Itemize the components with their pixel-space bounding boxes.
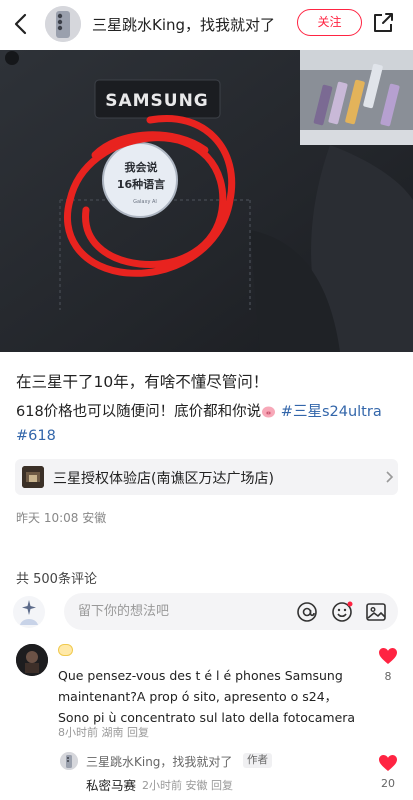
pig-emoji-icon	[262, 406, 276, 418]
comment-text: Que pensez-vous des t é l é phones Samsu…	[58, 668, 356, 725]
like-heart-icon[interactable]	[378, 754, 398, 772]
chevron-right-icon	[386, 471, 394, 483]
author-avatar[interactable]	[45, 6, 81, 42]
like-heart-icon[interactable]	[378, 647, 398, 665]
hashtag-link[interactable]: #三星s24ultra	[281, 404, 382, 420]
back-arrow-icon[interactable]	[10, 12, 32, 36]
comment-region: 湖南	[101, 726, 124, 739]
like-count: 8	[384, 670, 392, 683]
location-name: 三星授权体验店(南谯区万达广场店)	[53, 471, 274, 487]
reply-meta: 2小时前 安徽 回复	[142, 777, 233, 793]
emoji-icon[interactable]	[331, 601, 353, 623]
reply-time: 2小时前	[142, 779, 182, 792]
commenter-level-badge	[58, 644, 73, 656]
badge-line2: 16种语言	[117, 177, 165, 191]
follow-button[interactable]: 关注	[297, 9, 362, 36]
reply-author-name[interactable]: 三星跳水King，找我就对了	[86, 753, 232, 770]
top-bar: 三星跳水King，找我就对了 关注	[0, 0, 413, 50]
post-title: 在三星干了10年，有啥不懂尽管问！	[16, 373, 269, 391]
commenter-avatar[interactable]	[16, 644, 48, 676]
post-region: 安徽	[82, 511, 107, 525]
post-body: 618价格也可以随便问！底价都和你说 #三星s24ultra #618	[16, 400, 401, 448]
author-name[interactable]: 三星跳水King，找我就对了	[92, 14, 275, 35]
reply-link[interactable]: 回复	[211, 779, 233, 792]
badge-line1: 我会说	[125, 160, 158, 174]
post-photo[interactable]: SAMSUNG 我会说 16种语言 Galaxy AI	[0, 50, 413, 352]
at-icon[interactable]	[296, 601, 318, 623]
reply-region: 安徽	[185, 779, 208, 792]
comment-input[interactable]	[78, 601, 278, 621]
like-count: 20	[381, 777, 395, 790]
author-tag-badge: 作者	[243, 753, 272, 768]
brand-patch-text: SAMSUNG	[105, 91, 209, 111]
hashtag-link[interactable]: #618	[16, 428, 56, 444]
image-icon[interactable]	[365, 601, 387, 623]
reply-link[interactable]: 回复	[127, 726, 149, 739]
post-meta: 昨天 10:08 安徽	[16, 509, 106, 526]
my-avatar[interactable]	[12, 595, 46, 629]
comment-count: 共 500条评论	[16, 572, 97, 587]
reply-text: 私密马赛	[86, 778, 137, 793]
author-reply-avatar[interactable]	[60, 752, 78, 770]
comment-time: 8小时前	[58, 726, 98, 739]
share-icon[interactable]	[372, 12, 394, 34]
badge-small: Galaxy AI	[133, 199, 157, 205]
store-thumbnail	[22, 466, 44, 488]
comment-input-box[interactable]	[64, 593, 398, 630]
location-card[interactable]: 三星授权体验店(南谯区万达广场店)	[15, 459, 398, 495]
post-time: 昨天 10:08	[16, 511, 79, 525]
comment-meta: 8小时前 湖南 回复	[58, 724, 149, 740]
post-body-text: 618价格也可以随便问！底价都和你说	[16, 404, 262, 420]
